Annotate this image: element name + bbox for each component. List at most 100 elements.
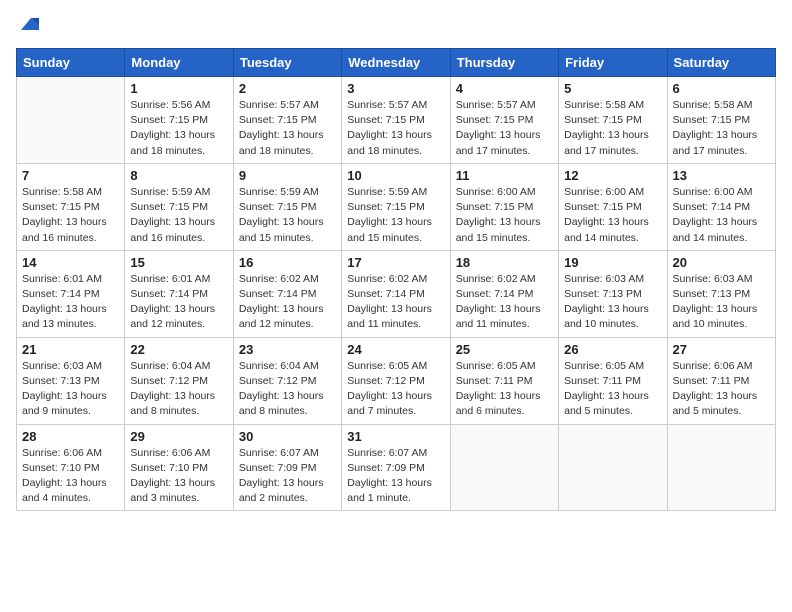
day-info: Sunrise: 5:56 AM Sunset: 7:15 PM Dayligh… bbox=[130, 98, 227, 159]
empty-day-cell bbox=[450, 424, 558, 511]
calendar-day-cell: 10 Sunrise: 5:59 AM Sunset: 7:15 PM Dayli… bbox=[342, 163, 450, 250]
day-info: Sunrise: 5:58 AM Sunset: 7:15 PM Dayligh… bbox=[564, 98, 661, 159]
day-number: 1 bbox=[130, 81, 227, 96]
calendar-day-cell: 1 Sunrise: 5:56 AM Sunset: 7:15 PM Daylig… bbox=[125, 77, 233, 164]
calendar-day-cell: 13 Sunrise: 6:00 AM Sunset: 7:14 PM Dayli… bbox=[667, 163, 775, 250]
calendar-day-cell: 21 Sunrise: 6:03 AM Sunset: 7:13 PM Dayli… bbox=[17, 337, 125, 424]
day-number: 27 bbox=[673, 342, 770, 357]
calendar-day-cell: 29 Sunrise: 6:06 AM Sunset: 7:10 PM Dayli… bbox=[125, 424, 233, 511]
calendar-week-row: 7 Sunrise: 5:58 AM Sunset: 7:15 PM Daylig… bbox=[17, 163, 776, 250]
day-number: 12 bbox=[564, 168, 661, 183]
day-number: 22 bbox=[130, 342, 227, 357]
weekday-header-row: SundayMondayTuesdayWednesdayThursdayFrid… bbox=[17, 49, 776, 77]
day-info: Sunrise: 6:07 AM Sunset: 7:09 PM Dayligh… bbox=[347, 446, 444, 507]
calendar-day-cell: 22 Sunrise: 6:04 AM Sunset: 7:12 PM Dayli… bbox=[125, 337, 233, 424]
day-info: Sunrise: 5:59 AM Sunset: 7:15 PM Dayligh… bbox=[347, 185, 444, 246]
calendar-day-cell: 26 Sunrise: 6:05 AM Sunset: 7:11 PM Dayli… bbox=[559, 337, 667, 424]
day-info: Sunrise: 6:02 AM Sunset: 7:14 PM Dayligh… bbox=[239, 272, 336, 333]
day-info: Sunrise: 6:05 AM Sunset: 7:11 PM Dayligh… bbox=[456, 359, 553, 420]
day-info: Sunrise: 6:06 AM Sunset: 7:10 PM Dayligh… bbox=[22, 446, 119, 507]
calendar-day-cell: 6 Sunrise: 5:58 AM Sunset: 7:15 PM Daylig… bbox=[667, 77, 775, 164]
calendar-day-cell: 30 Sunrise: 6:07 AM Sunset: 7:09 PM Dayli… bbox=[233, 424, 341, 511]
day-number: 26 bbox=[564, 342, 661, 357]
calendar-day-cell: 5 Sunrise: 5:58 AM Sunset: 7:15 PM Daylig… bbox=[559, 77, 667, 164]
day-number: 17 bbox=[347, 255, 444, 270]
day-info: Sunrise: 6:00 AM Sunset: 7:14 PM Dayligh… bbox=[673, 185, 770, 246]
calendar-day-cell: 14Sunrise: 6:01 AM Sunset: 7:14 PM Dayli… bbox=[17, 250, 125, 337]
day-number: 24 bbox=[347, 342, 444, 357]
day-info: Sunrise: 5:58 AM Sunset: 7:15 PM Dayligh… bbox=[673, 98, 770, 159]
day-number: 25 bbox=[456, 342, 553, 357]
calendar-day-cell: 15Sunrise: 6:01 AM Sunset: 7:14 PM Dayli… bbox=[125, 250, 233, 337]
calendar-day-cell: 24 Sunrise: 6:05 AM Sunset: 7:12 PM Dayli… bbox=[342, 337, 450, 424]
calendar-table: SundayMondayTuesdayWednesdayThursdayFrid… bbox=[16, 48, 776, 511]
day-info: Sunrise: 6:00 AM Sunset: 7:15 PM Dayligh… bbox=[564, 185, 661, 246]
day-info: Sunrise: 6:00 AM Sunset: 7:15 PM Dayligh… bbox=[456, 185, 553, 246]
day-info: Sunrise: 5:59 AM Sunset: 7:15 PM Dayligh… bbox=[130, 185, 227, 246]
day-number: 5 bbox=[564, 81, 661, 96]
day-info: Sunrise: 6:06 AM Sunset: 7:11 PM Dayligh… bbox=[673, 359, 770, 420]
day-info: Sunrise: 6:05 AM Sunset: 7:12 PM Dayligh… bbox=[347, 359, 444, 420]
day-number: 18 bbox=[456, 255, 553, 270]
calendar-day-cell: 31 Sunrise: 6:07 AM Sunset: 7:09 PM Dayli… bbox=[342, 424, 450, 511]
calendar-day-cell: 12 Sunrise: 6:00 AM Sunset: 7:15 PM Dayli… bbox=[559, 163, 667, 250]
calendar-day-cell: 18 Sunrise: 6:02 AM Sunset: 7:14 PM Dayli… bbox=[450, 250, 558, 337]
calendar-day-cell: 16Sunrise: 6:02 AM Sunset: 7:14 PM Dayli… bbox=[233, 250, 341, 337]
day-number: 19 bbox=[564, 255, 661, 270]
day-number: 4 bbox=[456, 81, 553, 96]
calendar-day-cell: 20Sunrise: 6:03 AM Sunset: 7:13 PM Dayli… bbox=[667, 250, 775, 337]
weekday-header-monday: Monday bbox=[125, 49, 233, 77]
calendar-day-cell: 27 Sunrise: 6:06 AM Sunset: 7:11 PM Dayli… bbox=[667, 337, 775, 424]
day-number: 2 bbox=[239, 81, 336, 96]
logo bbox=[16, 16, 39, 36]
empty-day-cell bbox=[17, 77, 125, 164]
weekday-header-saturday: Saturday bbox=[667, 49, 775, 77]
day-info: Sunrise: 6:02 AM Sunset: 7:14 PM Dayligh… bbox=[456, 272, 553, 333]
calendar-week-row: 21 Sunrise: 6:03 AM Sunset: 7:13 PM Dayli… bbox=[17, 337, 776, 424]
day-number: 6 bbox=[673, 81, 770, 96]
day-number: 13 bbox=[673, 168, 770, 183]
weekday-header-tuesday: Tuesday bbox=[233, 49, 341, 77]
day-info: Sunrise: 6:02 AM Sunset: 7:14 PM Dayligh… bbox=[347, 272, 444, 333]
day-number: 10 bbox=[347, 168, 444, 183]
weekday-header-thursday: Thursday bbox=[450, 49, 558, 77]
empty-day-cell bbox=[559, 424, 667, 511]
day-number: 21 bbox=[22, 342, 119, 357]
day-info: Sunrise: 5:59 AM Sunset: 7:15 PM Dayligh… bbox=[239, 185, 336, 246]
day-info: Sunrise: 5:57 AM Sunset: 7:15 PM Dayligh… bbox=[347, 98, 444, 159]
day-number: 30 bbox=[239, 429, 336, 444]
weekday-header-wednesday: Wednesday bbox=[342, 49, 450, 77]
day-info: Sunrise: 6:04 AM Sunset: 7:12 PM Dayligh… bbox=[239, 359, 336, 420]
day-number: 7 bbox=[22, 168, 119, 183]
logo-icon bbox=[17, 16, 39, 34]
day-number: 9 bbox=[239, 168, 336, 183]
day-number: 8 bbox=[130, 168, 227, 183]
calendar-day-cell: 11 Sunrise: 6:00 AM Sunset: 7:15 PM Dayli… bbox=[450, 163, 558, 250]
weekday-header-friday: Friday bbox=[559, 49, 667, 77]
day-info: Sunrise: 6:05 AM Sunset: 7:11 PM Dayligh… bbox=[564, 359, 661, 420]
calendar-week-row: 28 Sunrise: 6:06 AM Sunset: 7:10 PM Dayli… bbox=[17, 424, 776, 511]
calendar-day-cell: 25 Sunrise: 6:05 AM Sunset: 7:11 PM Dayli… bbox=[450, 337, 558, 424]
day-info: Sunrise: 6:03 AM Sunset: 7:13 PM Dayligh… bbox=[22, 359, 119, 420]
day-info: Sunrise: 5:58 AM Sunset: 7:15 PM Dayligh… bbox=[22, 185, 119, 246]
empty-day-cell bbox=[667, 424, 775, 511]
day-number: 11 bbox=[456, 168, 553, 183]
calendar-day-cell: 23Sunrise: 6:04 AM Sunset: 7:12 PM Dayli… bbox=[233, 337, 341, 424]
calendar-week-row: 14Sunrise: 6:01 AM Sunset: 7:14 PM Dayli… bbox=[17, 250, 776, 337]
calendar-day-cell: 4Sunrise: 5:57 AM Sunset: 7:15 PM Daylig… bbox=[450, 77, 558, 164]
weekday-header-sunday: Sunday bbox=[17, 49, 125, 77]
calendar-day-cell: 17 Sunrise: 6:02 AM Sunset: 7:14 PM Dayli… bbox=[342, 250, 450, 337]
day-number: 28 bbox=[22, 429, 119, 444]
calendar-week-row: 1 Sunrise: 5:56 AM Sunset: 7:15 PM Daylig… bbox=[17, 77, 776, 164]
day-number: 31 bbox=[347, 429, 444, 444]
calendar-day-cell: 28 Sunrise: 6:06 AM Sunset: 7:10 PM Dayli… bbox=[17, 424, 125, 511]
day-info: Sunrise: 6:03 AM Sunset: 7:13 PM Dayligh… bbox=[564, 272, 661, 333]
day-info: Sunrise: 6:06 AM Sunset: 7:10 PM Dayligh… bbox=[130, 446, 227, 507]
day-info: Sunrise: 6:03 AM Sunset: 7:13 PM Dayligh… bbox=[673, 272, 770, 333]
day-number: 29 bbox=[130, 429, 227, 444]
calendar-day-cell: 8 Sunrise: 5:59 AM Sunset: 7:15 PM Daylig… bbox=[125, 163, 233, 250]
day-info: Sunrise: 6:01 AM Sunset: 7:14 PM Dayligh… bbox=[130, 272, 227, 333]
day-info: Sunrise: 6:04 AM Sunset: 7:12 PM Dayligh… bbox=[130, 359, 227, 420]
day-info: Sunrise: 6:07 AM Sunset: 7:09 PM Dayligh… bbox=[239, 446, 336, 507]
day-number: 3 bbox=[347, 81, 444, 96]
